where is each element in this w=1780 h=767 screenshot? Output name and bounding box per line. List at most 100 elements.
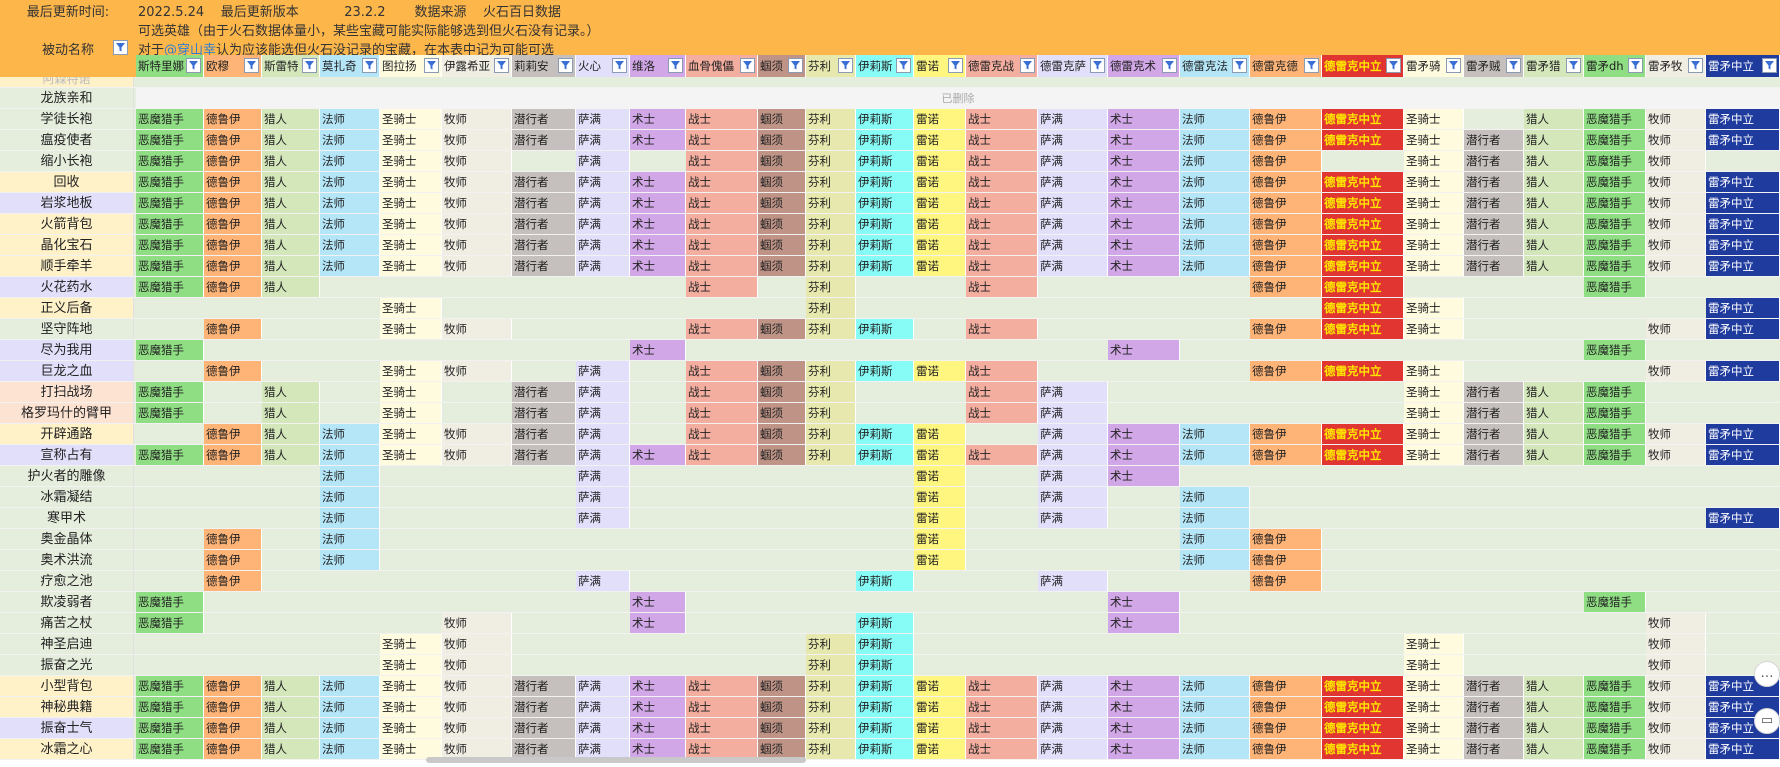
row-name-cell[interactable]: 冰霜之心 xyxy=(0,739,134,759)
column-header-20[interactable]: 雷矛骑 xyxy=(1404,55,1464,77)
table-cell[interactable]: 猎人 xyxy=(262,214,320,234)
table-cell[interactable]: 恶魔猎手 xyxy=(136,214,204,234)
row-name-cell[interactable]: 火花药水 xyxy=(0,277,134,297)
table-cell[interactable]: 术士 xyxy=(1108,739,1180,759)
table-row[interactable]: 寒甲术 法师 萨满 雷诺 萨满 法师 雷矛中立 xyxy=(0,508,1780,529)
table-cell[interactable]: 牧师 xyxy=(442,172,512,192)
table-cell[interactable]: 恶魔猎手 xyxy=(1584,130,1646,150)
row-name-cell[interactable]: 缩小长袍 xyxy=(0,151,134,171)
row-name-cell[interactable]: 振奋士气 xyxy=(0,718,134,738)
table-cell[interactable]: 萨满 xyxy=(1038,739,1108,759)
table-row[interactable]: 振奋之光 圣骑士 牧师 芬利 伊莉斯 圣骑士 牧师 xyxy=(0,655,1780,676)
table-cell[interactable]: 圣骑士 xyxy=(1404,445,1464,465)
table-cell[interactable]: 恶魔猎手 xyxy=(1584,718,1646,738)
table-cell[interactable]: 恶魔猎手 xyxy=(136,340,204,360)
table-cell[interactable]: 圣骑士 xyxy=(1404,151,1464,171)
table-cell[interactable]: 萨满 xyxy=(576,193,630,213)
table-cell[interactable]: 牧师 xyxy=(1646,655,1706,675)
table-cell[interactable]: 雷诺 xyxy=(914,739,966,759)
table-cell[interactable]: 术士 xyxy=(630,214,686,234)
table-cell[interactable]: 牧师 xyxy=(1646,256,1706,276)
table-cell[interactable]: 术士 xyxy=(1108,340,1180,360)
table-cell[interactable]: 雷诺 xyxy=(914,550,966,570)
table-cell[interactable]: 法师 xyxy=(1180,151,1250,171)
table-cell[interactable]: 圣骑士 xyxy=(380,235,442,255)
table-cell[interactable]: 术士 xyxy=(630,676,686,696)
table-cell[interactable]: 圣骑士 xyxy=(380,151,442,171)
table-cell[interactable]: 圣骑士 xyxy=(380,319,442,339)
column-filter-icon[interactable] xyxy=(1628,58,1643,73)
table-row[interactable]: 格罗玛什的臂甲 恶魔猎手 猎人 圣骑士 潜行者 萨满 战士 蝈须 芬利 战士 萨满 圣骑士 潜行者 猎人恶… xyxy=(0,403,1780,424)
table-cell[interactable]: 雷诺 xyxy=(914,151,966,171)
table-cell[interactable]: 伊莉斯 xyxy=(856,151,914,171)
column-header-5[interactable]: 伊露希亚 xyxy=(442,55,512,77)
table-cell[interactable]: 雷矛中立 xyxy=(1706,361,1780,381)
column-header-8[interactable]: 维洛 xyxy=(630,55,686,77)
table-cell[interactable]: 牧师 xyxy=(442,445,512,465)
column-filter-icon[interactable] xyxy=(302,58,317,73)
table-cell[interactable]: 圣骑士 xyxy=(380,109,442,129)
table-cell[interactable]: 术士 xyxy=(1108,214,1180,234)
table-cell[interactable]: 猎人 xyxy=(1524,718,1584,738)
table-cell[interactable]: 恶魔猎手 xyxy=(136,613,204,633)
table-cell[interactable]: 圣骑士 xyxy=(1404,172,1464,192)
table-cell[interactable]: 猎人 xyxy=(1524,130,1584,150)
side-panel-icon[interactable]: ▭ xyxy=(1754,708,1780,734)
column-header-0[interactable]: 斯特里娜 xyxy=(136,55,204,77)
table-cell[interactable]: 潜行者 xyxy=(1464,697,1524,717)
table-cell[interactable]: 潜行者 xyxy=(512,445,576,465)
table-cell[interactable]: 法师 xyxy=(1180,445,1250,465)
column-header-6[interactable]: 莉莉安 xyxy=(512,55,576,77)
table-cell[interactable]: 圣骑士 xyxy=(380,256,442,276)
table-cell[interactable]: 德鲁伊 xyxy=(204,235,262,255)
column-header-2[interactable]: 斯雷特 xyxy=(262,55,320,77)
table-cell[interactable]: 战士 xyxy=(686,319,758,339)
table-cell[interactable]: 德鲁伊 xyxy=(204,277,262,297)
table-cell[interactable]: 猎人 xyxy=(262,739,320,759)
table-cell[interactable]: 蝈须 xyxy=(758,172,806,192)
table-cell[interactable]: 潜行者 xyxy=(512,109,576,129)
table-cell[interactable]: 恶魔猎手 xyxy=(136,718,204,738)
table-cell[interactable]: 蝈须 xyxy=(758,235,806,255)
row-name-cell[interactable]: 欺凌弱者 xyxy=(0,592,134,612)
table-cell[interactable]: 术士 xyxy=(1108,424,1180,444)
table-cell[interactable]: 猎人 xyxy=(262,130,320,150)
table-cell[interactable]: 战士 xyxy=(686,172,758,192)
column-filter-icon[interactable] xyxy=(1304,58,1319,73)
table-cell[interactable]: 法师 xyxy=(320,508,380,528)
table-cell[interactable]: 萨满 xyxy=(576,256,630,276)
table-cell[interactable]: 潜行者 xyxy=(512,193,576,213)
table-cell[interactable]: 术士 xyxy=(630,130,686,150)
row-name-cell[interactable]: 坚守阵地 xyxy=(0,319,134,339)
table-cell[interactable]: 术士 xyxy=(630,235,686,255)
table-cell[interactable]: 圣骑士 xyxy=(1404,319,1464,339)
table-cell[interactable]: 法师 xyxy=(320,487,380,507)
table-cell[interactable]: 雷诺 xyxy=(914,235,966,255)
table-cell[interactable]: 术士 xyxy=(1108,151,1180,171)
table-cell[interactable]: 术士 xyxy=(630,193,686,213)
table-cell[interactable]: 萨满 xyxy=(576,214,630,234)
column-header-25[interactable]: 雷矛中立 xyxy=(1706,55,1780,77)
table-cell[interactable]: 牧师 xyxy=(442,718,512,738)
table-cell[interactable]: 雷诺 xyxy=(914,424,966,444)
table-cell[interactable]: 潜行者 xyxy=(512,676,576,696)
table-cell[interactable]: 圣骑士 xyxy=(1404,193,1464,213)
table-cell[interactable]: 猎人 xyxy=(1524,214,1584,234)
table-cell[interactable]: 德雷克中立 xyxy=(1322,361,1404,381)
table-cell[interactable]: 蝈须 xyxy=(758,193,806,213)
table-cell[interactable]: 牧师 xyxy=(1646,172,1706,192)
table-cell[interactable]: 恶魔猎手 xyxy=(1584,445,1646,465)
table-cell[interactable]: 牧师 xyxy=(442,256,512,276)
table-cell[interactable]: 猎人 xyxy=(1524,193,1584,213)
table-cell[interactable]: 牧师 xyxy=(442,613,512,633)
table-cell[interactable]: 圣骑士 xyxy=(1404,130,1464,150)
column-filter-icon[interactable] xyxy=(896,58,911,73)
table-cell[interactable]: 法师 xyxy=(320,214,380,234)
table-cell[interactable]: 法师 xyxy=(1180,235,1250,255)
table-cell[interactable]: 战士 xyxy=(686,109,758,129)
table-cell[interactable]: 蝈须 xyxy=(758,151,806,171)
table-cell[interactable]: 法师 xyxy=(1180,130,1250,150)
table-cell[interactable]: 术士 xyxy=(630,340,686,360)
table-cell[interactable]: 德鲁伊 xyxy=(1250,130,1322,150)
table-cell[interactable]: 法师 xyxy=(1180,718,1250,738)
